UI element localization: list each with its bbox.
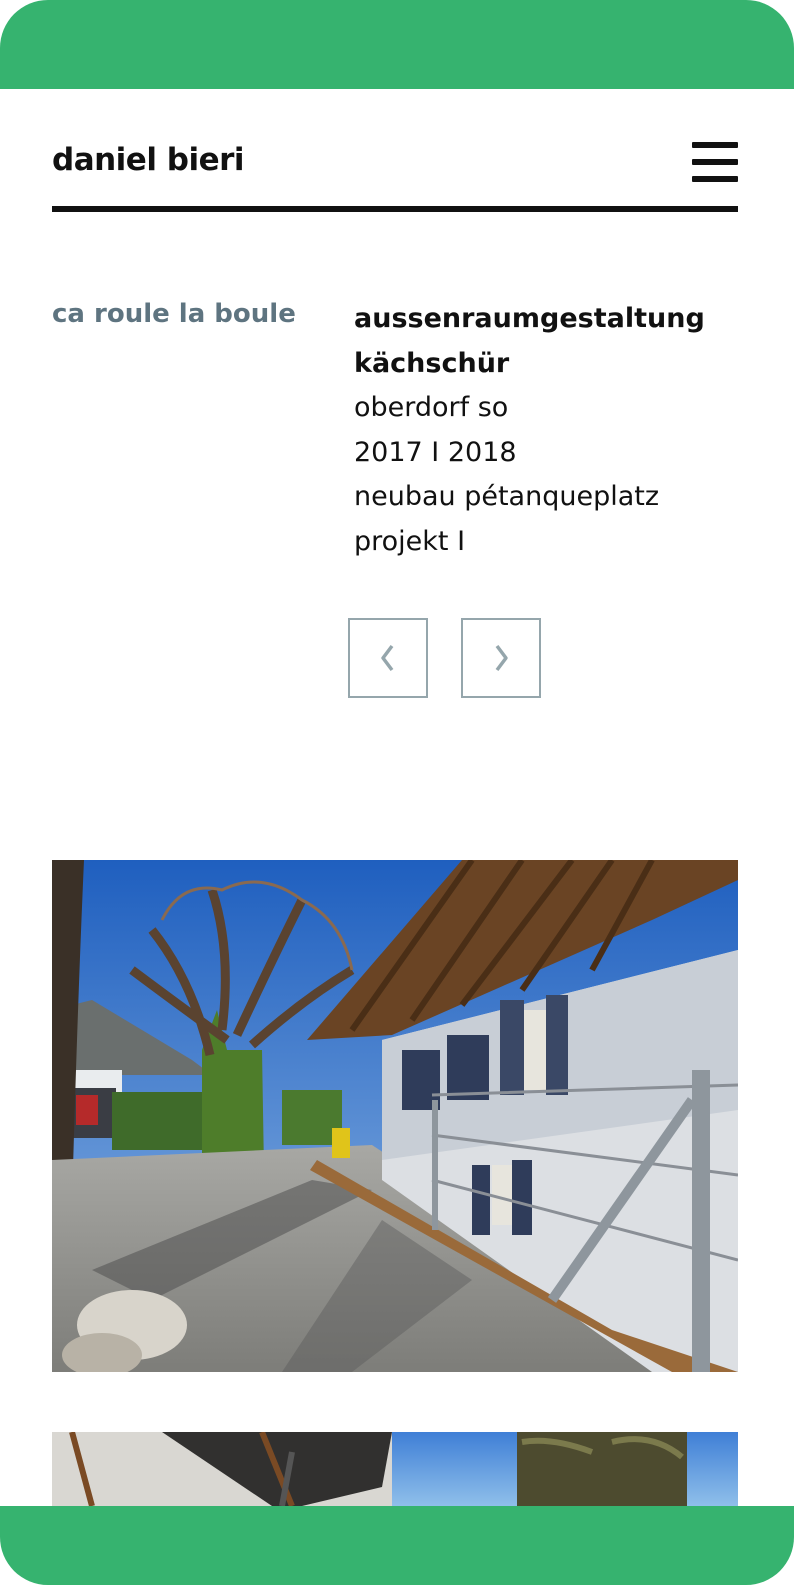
project-info: aussenraumgestaltung kächschür oberdorf … <box>354 297 734 564</box>
chevron-right-icon <box>495 644 508 672</box>
project-photo[interactable] <box>52 1432 738 1506</box>
project-photo[interactable] <box>52 860 738 1372</box>
project-category[interactable]: ca roule la boule <box>52 299 296 329</box>
previous-project-button[interactable] <box>348 618 428 698</box>
project-years: 2017 I 2018 <box>354 436 517 468</box>
device-frame-top <box>0 0 794 89</box>
project-description: neubau pétanqueplatz <box>354 481 660 512</box>
menu-bar <box>692 142 738 148</box>
menu-bar <box>692 159 738 165</box>
project-title-line1: aussenraumgestaltung <box>354 303 705 334</box>
next-project-button[interactable] <box>461 618 541 698</box>
project-location: oberdorf so <box>354 392 509 423</box>
chevron-left-icon <box>381 644 394 672</box>
site-title[interactable]: daniel bieri <box>52 142 245 178</box>
hamburger-menu-icon[interactable] <box>692 142 738 182</box>
header-divider <box>52 206 738 212</box>
menu-bar <box>692 176 738 182</box>
project-title-line2: kächschür <box>354 347 510 379</box>
device-frame-bottom <box>0 1506 794 1585</box>
project-phase: projekt I <box>354 525 466 557</box>
